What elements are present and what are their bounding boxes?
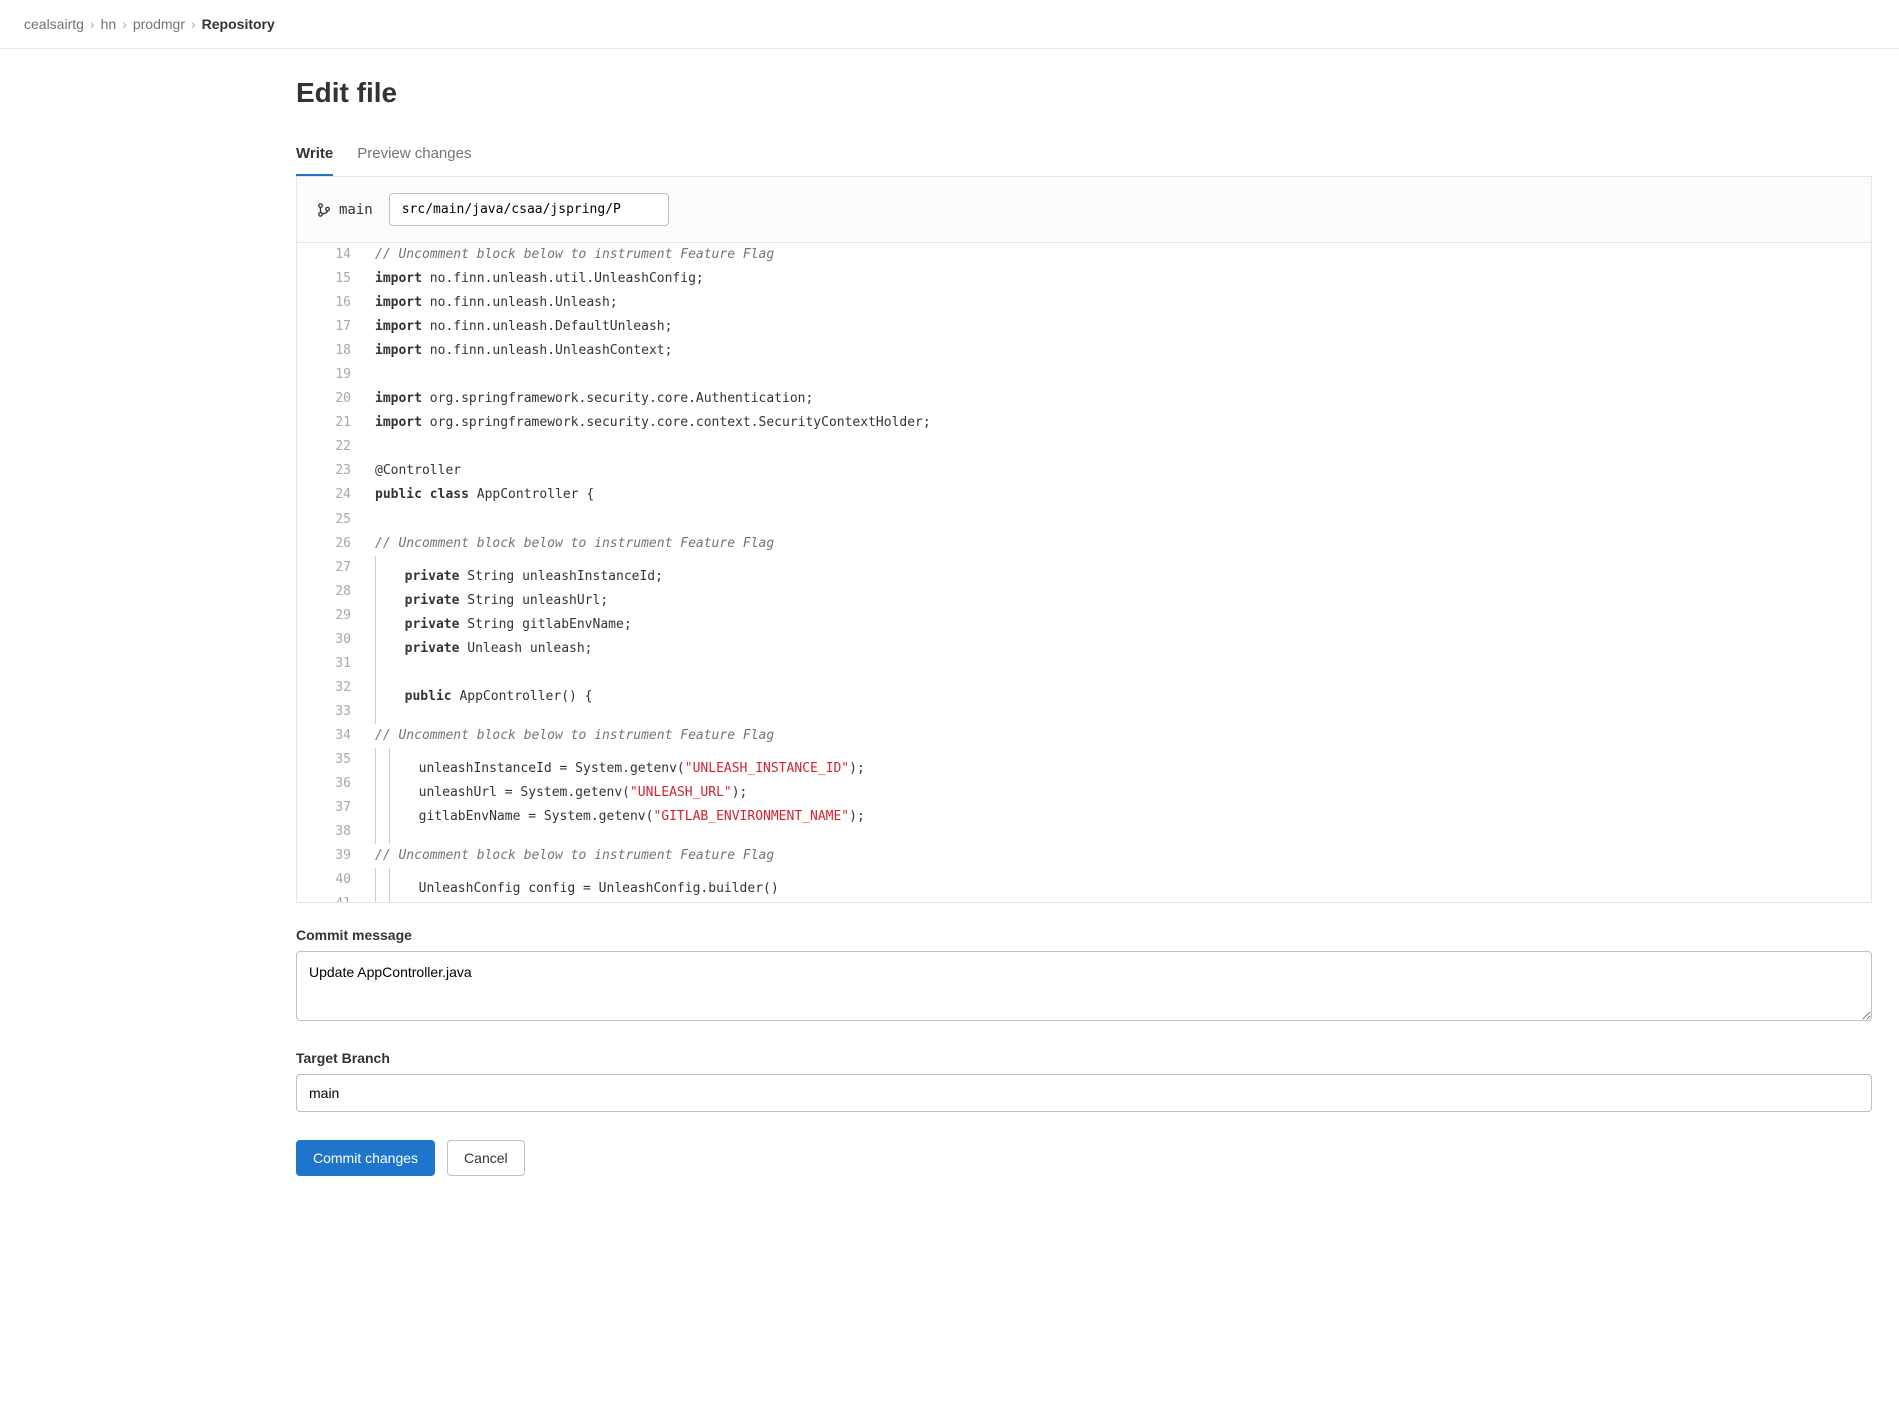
breadcrumb-link-2[interactable]: prodmgr — [133, 16, 185, 32]
tab-write[interactable]: Write — [296, 133, 333, 176]
code-line: 37 gitlabEnvName = System.getenv("GITLAB… — [297, 796, 1871, 820]
editor-header: main — [296, 177, 1872, 243]
target-branch-input[interactable] — [296, 1074, 1872, 1112]
code-line: 32 public AppController() { — [297, 676, 1871, 700]
code-line: 15import no.finn.unleash.util.UnleashCon… — [297, 267, 1871, 291]
code-line: 41 .appName(gitlabEnvName) — [297, 892, 1871, 903]
code-line: 28 private String unleashUrl; — [297, 580, 1871, 604]
target-branch-label: Target Branch — [296, 1050, 1872, 1066]
breadcrumb-link-0[interactable]: cealsairtg — [24, 16, 84, 32]
code-line: 27 private String unleashInstanceId; — [297, 556, 1871, 580]
breadcrumb-link-1[interactable]: hn — [101, 16, 117, 32]
code-editor[interactable]: 14// Uncomment block below to instrument… — [296, 243, 1872, 903]
commit-message-input[interactable] — [296, 951, 1872, 1021]
code-line: 16import no.finn.unleash.Unleash; — [297, 291, 1871, 315]
file-path-input[interactable] — [389, 193, 669, 226]
chevron-right-icon: › — [90, 16, 95, 32]
code-line: 17import no.finn.unleash.DefaultUnleash; — [297, 315, 1871, 339]
branch-indicator: main — [317, 202, 373, 218]
code-line: 18import no.finn.unleash.UnleashContext; — [297, 339, 1871, 363]
commit-changes-button[interactable]: Commit changes — [296, 1140, 435, 1176]
code-line: 23@Controller — [297, 459, 1871, 483]
code-line: 14// Uncomment block below to instrument… — [297, 243, 1871, 267]
cancel-button[interactable]: Cancel — [447, 1140, 525, 1176]
tab-preview[interactable]: Preview changes — [357, 133, 471, 176]
code-line: 39// Uncomment block below to instrument… — [297, 844, 1871, 868]
commit-message-label: Commit message — [296, 927, 1872, 943]
code-line: 29 private String gitlabEnvName; — [297, 604, 1871, 628]
branch-name: main — [339, 202, 373, 218]
branch-icon — [317, 203, 331, 217]
code-line: 34// Uncomment block below to instrument… — [297, 724, 1871, 748]
breadcrumb-current: Repository — [202, 16, 275, 32]
chevron-right-icon: › — [191, 16, 196, 32]
code-line: 36 unleashUrl = System.getenv("UNLEASH_U… — [297, 772, 1871, 796]
code-line: 21import org.springframework.security.co… — [297, 411, 1871, 435]
chevron-right-icon: › — [122, 16, 127, 32]
code-line: 26// Uncomment block below to instrument… — [297, 532, 1871, 556]
editor-tabs: Write Preview changes — [296, 133, 1872, 177]
code-line: 24public class AppController { — [297, 483, 1871, 507]
code-line: 22 — [297, 435, 1871, 459]
code-line: 20import org.springframework.security.co… — [297, 387, 1871, 411]
code-line: 19 — [297, 363, 1871, 387]
page-title: Edit file — [296, 77, 1872, 109]
code-line: 30 private Unleash unleash; — [297, 628, 1871, 652]
code-line: 40 UnleashConfig config = UnleashConfig.… — [297, 868, 1871, 892]
code-line: 25 — [297, 508, 1871, 532]
breadcrumb: cealsairtg › hn › prodmgr › Repository — [0, 0, 1899, 49]
code-line: 35 unleashInstanceId = System.getenv("UN… — [297, 748, 1871, 772]
